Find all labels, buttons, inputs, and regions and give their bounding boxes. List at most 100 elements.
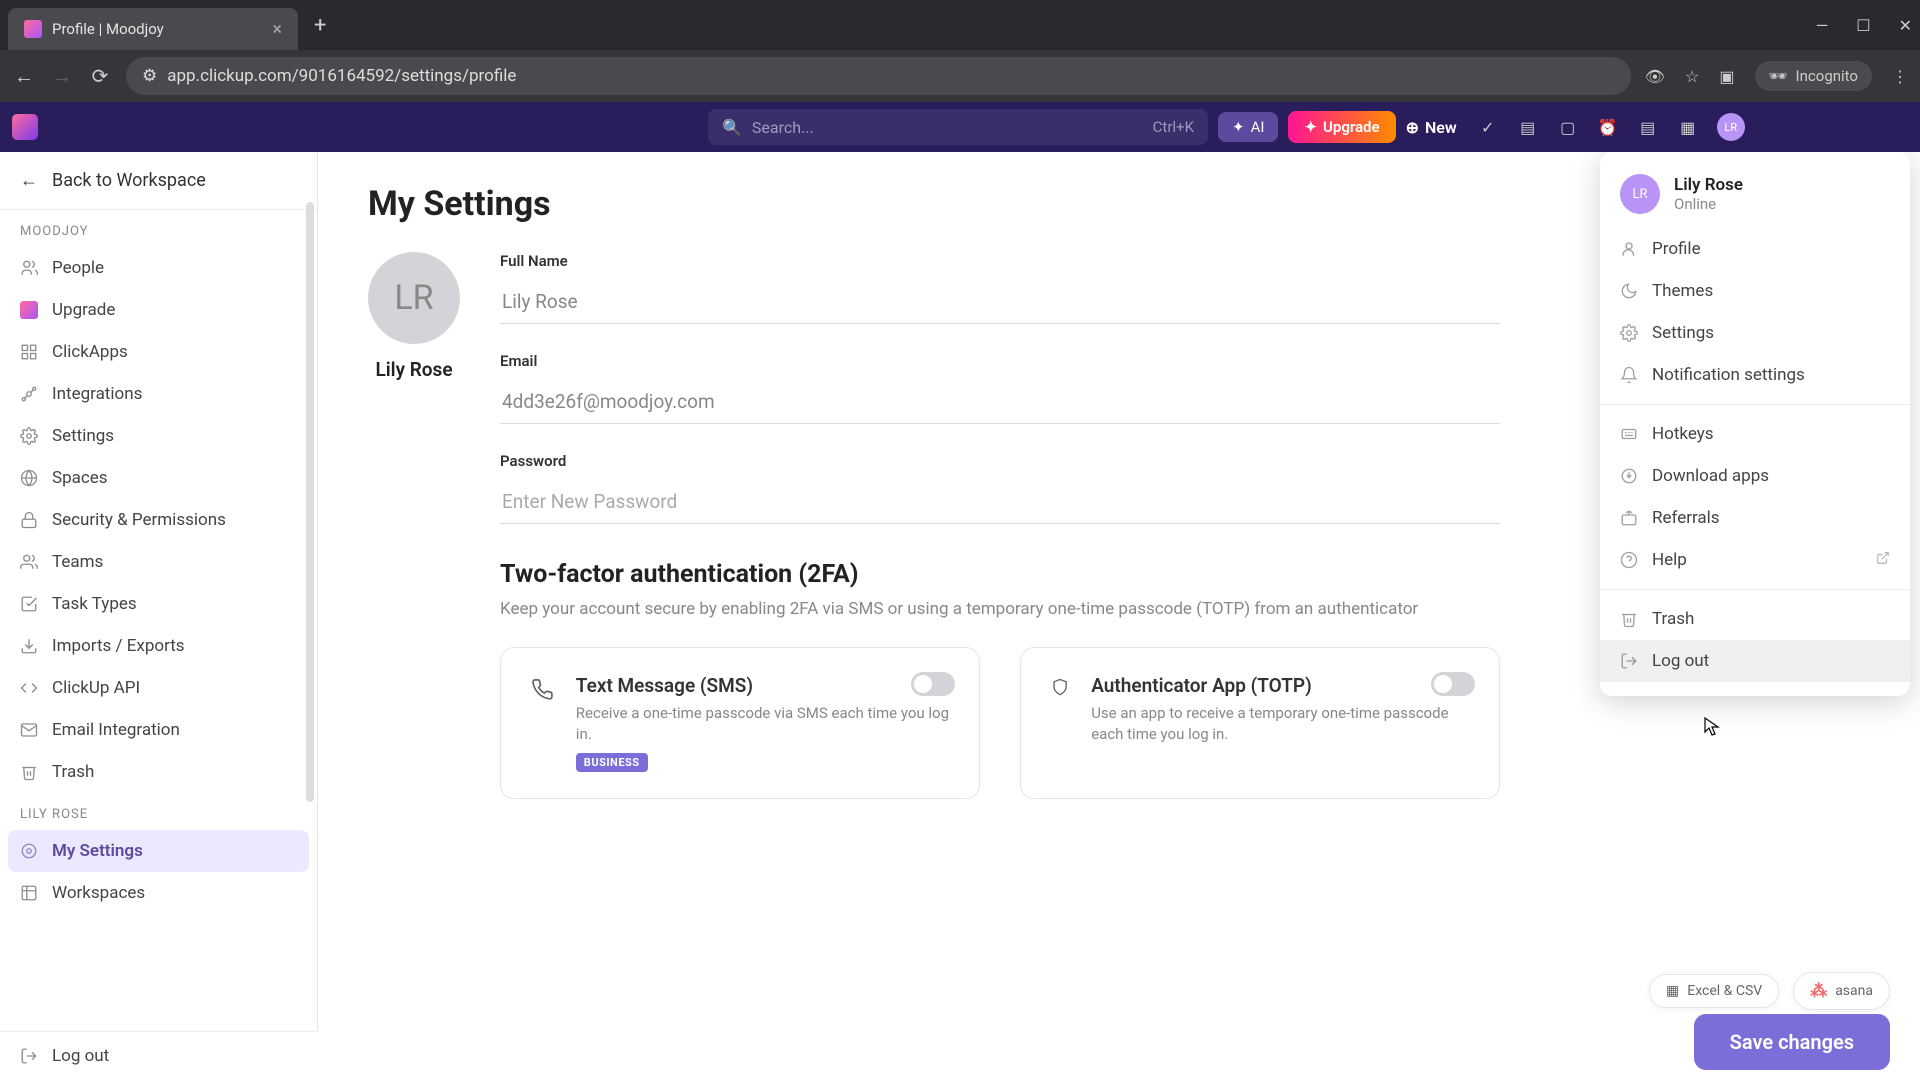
clickapps-icon — [20, 343, 38, 361]
hotkeys-icon — [1620, 425, 1638, 443]
email-input[interactable] — [500, 380, 1500, 424]
close-tab-icon[interactable]: × — [272, 19, 282, 40]
user-menu-item-help[interactable]: Help — [1600, 539, 1910, 581]
user-menu-item-themes[interactable]: Themes — [1600, 270, 1910, 312]
user-menu-item-settings[interactable]: Settings — [1600, 312, 1910, 354]
logout-icon — [1620, 652, 1638, 670]
sidebar-item-label: Settings — [52, 426, 114, 446]
user-menu-item-logout[interactable]: Log out — [1600, 640, 1910, 682]
user-menu-item-download[interactable]: Download apps — [1600, 455, 1910, 497]
user-menu-item-label: Log out — [1652, 651, 1709, 671]
sidebar-item-trash[interactable]: Trash — [0, 751, 317, 793]
totp-toggle[interactable] — [1431, 672, 1475, 696]
security-icon — [20, 511, 38, 529]
sidebar-item-task-types[interactable]: Task Types — [0, 583, 317, 625]
forward-icon[interactable]: → — [50, 64, 74, 89]
profile-icon — [1620, 240, 1638, 258]
apps-grid-icon[interactable]: ▦ — [1677, 116, 1699, 138]
user-menu-item-referrals[interactable]: Referrals — [1600, 497, 1910, 539]
eye-off-icon[interactable]: 👁 — [1645, 67, 1665, 86]
user-menu-item-notifications[interactable]: Notification settings — [1600, 354, 1910, 396]
password-input[interactable] — [500, 480, 1500, 524]
close-window-icon[interactable]: ✕ — [1899, 16, 1912, 35]
notepad-icon[interactable]: ▤ — [1517, 116, 1539, 138]
search-input[interactable]: 🔍 Search... Ctrl+K — [708, 109, 1208, 145]
panel-icon[interactable]: ▣ — [1719, 67, 1734, 86]
sidebar-item-label: People — [52, 258, 104, 278]
alarm-icon[interactable]: ⏰ — [1597, 116, 1619, 138]
menu-divider — [1600, 589, 1910, 590]
site-settings-icon[interactable]: ⚙ — [142, 66, 157, 86]
profile-name: Lily Rose — [375, 358, 452, 381]
sidebar-item-label: Integrations — [52, 384, 142, 404]
bottom-widgets: ▦ Excel & CSV ⁂ asana — [1649, 972, 1890, 1010]
check-circle-icon[interactable]: ✓ — [1477, 116, 1499, 138]
browser-tab[interactable]: Profile | Moodjoy × — [8, 8, 298, 50]
asana-pill[interactable]: ⁂ asana — [1793, 972, 1890, 1010]
new-button[interactable]: ⊕ New — [1406, 118, 1457, 137]
sidebar-item-security[interactable]: Security & Permissions — [0, 499, 317, 541]
incognito-badge[interactable]: 🕶 Incognito — [1755, 61, 1873, 91]
video-icon[interactable]: ▢ — [1557, 116, 1579, 138]
themes-icon — [1620, 282, 1638, 300]
doc-icon[interactable]: ▤ — [1637, 116, 1659, 138]
address-bar: ← → ⟳ ⚙ app.clickup.com/9016164592/setti… — [0, 50, 1920, 102]
user-menu-item-label: Download apps — [1652, 466, 1769, 486]
browser-menu-icon[interactable]: ⋮ — [1892, 67, 1908, 86]
user-menu-item-label: Themes — [1652, 281, 1713, 301]
sidebar-item-label: Upgrade — [52, 300, 115, 320]
url-field[interactable]: ⚙ app.clickup.com/9016164592/settings/pr… — [126, 57, 1631, 95]
task-types-icon — [20, 595, 38, 613]
sidebar-item-upgrade[interactable]: Upgrade — [0, 289, 317, 331]
user-menu-item-hotkeys[interactable]: Hotkeys — [1600, 413, 1910, 455]
sidebar: ← Back to Workspace MOODJOY People Upgrad… — [0, 152, 318, 1080]
user-avatar[interactable]: LR — [1717, 113, 1745, 141]
spaces-icon — [20, 469, 38, 487]
app-logo-icon[interactable] — [12, 114, 38, 140]
sidebar-item-my-settings[interactable]: My Settings — [8, 830, 309, 872]
user-menu-status: Online — [1674, 195, 1743, 213]
password-label: Password — [500, 452, 1500, 470]
sms-toggle[interactable] — [911, 672, 955, 696]
sidebar-item-teams[interactable]: Teams — [0, 541, 317, 583]
new-tab-button[interactable]: + — [314, 13, 326, 38]
sidebar-item-label: Security & Permissions — [52, 510, 226, 530]
upgrade-button[interactable]: ✦ Upgrade — [1288, 111, 1395, 143]
fullname-input[interactable] — [500, 280, 1500, 324]
bookmark-icon[interactable]: ☆ — [1685, 67, 1699, 86]
sidebar-item-settings[interactable]: Settings — [0, 415, 317, 457]
menu-divider — [1600, 404, 1910, 405]
user-menu-item-label: Trash — [1652, 609, 1694, 629]
user-menu-item-label: Profile — [1652, 239, 1701, 259]
sidebar-item-email[interactable]: Email Integration — [0, 709, 317, 751]
scrollbar[interactable] — [306, 202, 314, 802]
excel-csv-pill[interactable]: ▦ Excel & CSV — [1649, 974, 1779, 1008]
reload-icon[interactable]: ⟳ — [88, 64, 112, 88]
sidebar-item-integrations[interactable]: Integrations — [0, 373, 317, 415]
sidebar-item-workspaces[interactable]: Workspaces — [0, 872, 317, 914]
sidebar-item-api[interactable]: ClickUp API — [0, 667, 317, 709]
totp-title: Authenticator App (TOTP) — [1091, 674, 1469, 697]
incognito-icon: 🕶 — [1769, 67, 1788, 85]
sidebar-item-people[interactable]: People — [0, 247, 317, 289]
sidebar-section-workspace: MOODJOY — [0, 210, 317, 247]
minimize-icon[interactable]: — — [1816, 16, 1829, 35]
user-menu-item-profile[interactable]: Profile — [1600, 228, 1910, 270]
upgrade-icon — [20, 301, 38, 319]
sidebar-item-spaces[interactable]: Spaces — [0, 457, 317, 499]
sidebar-item-clickapps[interactable]: ClickApps — [0, 331, 317, 373]
back-to-workspace[interactable]: ← Back to Workspace — [0, 152, 317, 210]
profile-avatar[interactable]: LR — [368, 252, 460, 344]
sidebar-logout[interactable]: Log out — [0, 1031, 318, 1080]
user-menu-item-trash[interactable]: Trash — [1600, 598, 1910, 640]
maximize-icon[interactable]: ☐ — [1856, 16, 1870, 35]
my-settings-icon — [20, 842, 38, 860]
save-changes-button[interactable]: Save changes — [1694, 1014, 1890, 1070]
download-icon — [1620, 467, 1638, 485]
ai-button[interactable]: ✦ AI — [1218, 112, 1278, 142]
email-icon — [20, 721, 38, 739]
user-menu-item-label: Help — [1652, 550, 1687, 570]
sidebar-item-imports[interactable]: Imports / Exports — [0, 625, 317, 667]
fullname-label: Full Name — [500, 252, 1500, 270]
back-icon[interactable]: ← — [12, 64, 36, 89]
